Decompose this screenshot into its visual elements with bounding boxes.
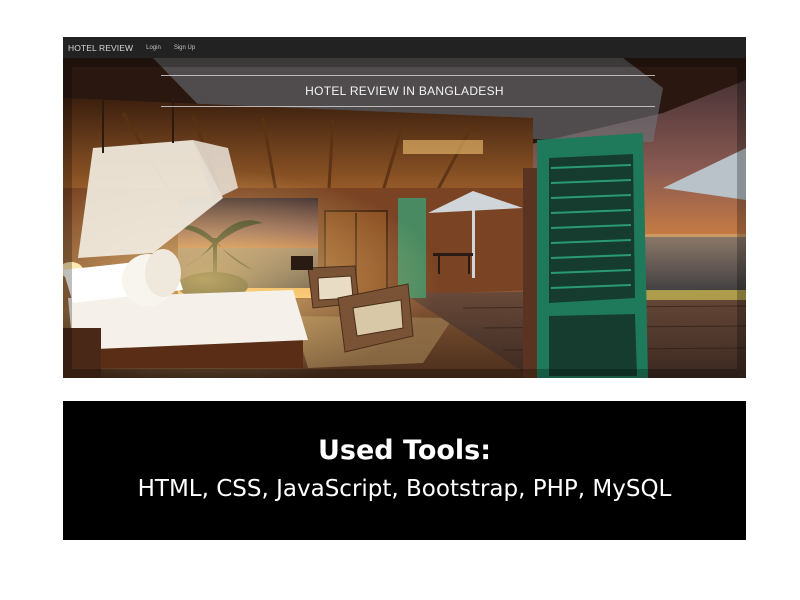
hero-rule-bottom xyxy=(161,106,655,107)
tools-list: HTML, CSS, JavaScript, Bootstrap, PHP, M… xyxy=(137,476,672,502)
login-link[interactable]: Login xyxy=(146,45,161,51)
website-screenshot: HOTEL REVIEW Login Sign Up HOTEL REVIEW … xyxy=(63,37,746,378)
navbar-brand[interactable]: HOTEL REVIEW xyxy=(68,43,133,53)
tools-panel: Used Tools: HTML, CSS, JavaScript, Boots… xyxy=(63,401,746,540)
signup-link[interactable]: Sign Up xyxy=(174,45,195,51)
tools-heading: Used Tools: xyxy=(317,435,492,466)
hero-banner: HOTEL REVIEW IN BANGLADESH xyxy=(63,58,746,378)
hero-rule-top xyxy=(161,75,655,76)
navbar: HOTEL REVIEW Login Sign Up xyxy=(63,37,746,58)
hero-title: HOTEL REVIEW IN BANGLADESH xyxy=(305,84,504,98)
